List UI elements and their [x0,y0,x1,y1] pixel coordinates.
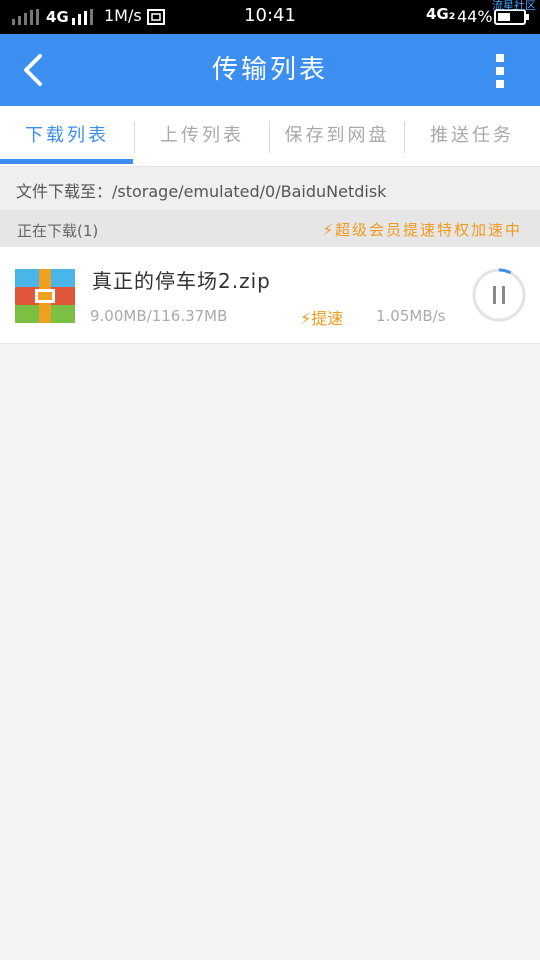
battery-percent: 44% [457,7,493,26]
tab-divider [134,121,135,153]
file-name: 真正的停车场2.zip [92,269,271,293]
more-vertical-icon[interactable] [490,52,510,90]
download-path: 文件下载至：/storage/emulated/0/BaiduNetdisk [16,182,387,201]
status-bar: 4G 1M/s 10:41 4G₂ 44% 流星社区 [0,0,540,34]
tab-download-list[interactable]: 下载列表 [0,106,134,166]
vip-speedup-banner[interactable]: ⚡超级会员提速特权加速中 [322,219,522,240]
file-size-progress: 9.00MB/116.37MB [90,307,228,325]
downloading-section-header: 正在下载(1) ⚡超级会员提速特权加速中 [0,210,540,247]
tab-bar: 下载列表 上传列表 保存到网盘 推送任务 [0,106,540,167]
network-type-2: 4G₂ [426,5,456,23]
tab-upload-list[interactable]: 上传列表 [135,106,269,166]
pause-icon[interactable] [471,267,527,323]
tab-save-to-netdisk[interactable]: 保存到网盘 [270,106,404,166]
download-speed: 1.05MB/s [376,307,446,325]
zip-file-icon [15,269,75,323]
download-item[interactable]: 真正的停车场2.zip 9.00MB/116.37MB ⚡提速 1.05MB/s [0,247,540,344]
watermark: 流星社区 [492,0,536,12]
downloading-count: 正在下载(1) [17,222,99,240]
boost-label[interactable]: ⚡提速 [300,305,343,329]
tab-divider [269,121,270,153]
download-path-bar: 文件下载至：/storage/emulated/0/BaiduNetdisk [0,167,540,210]
page-title: 传输列表 [211,55,328,85]
active-tab-indicator [0,159,133,164]
app-header: 传输列表 [0,34,540,106]
tab-divider [404,121,405,153]
tab-push-tasks[interactable]: 推送任务 [405,106,539,166]
